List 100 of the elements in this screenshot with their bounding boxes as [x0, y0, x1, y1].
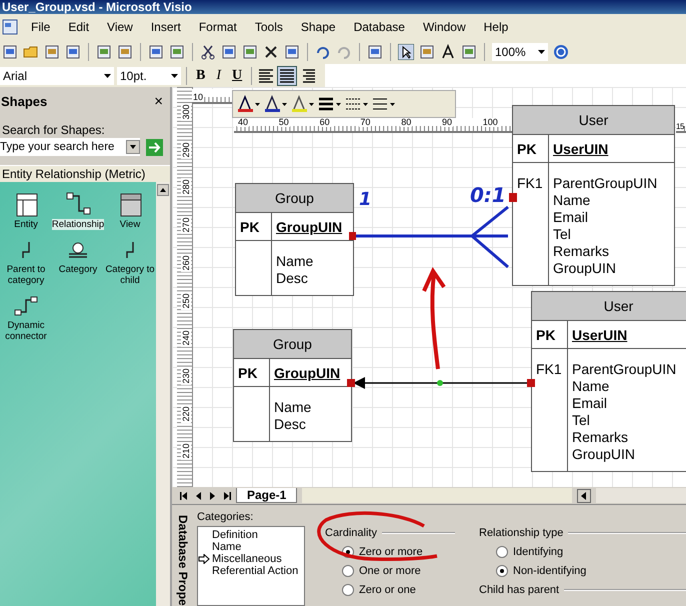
ruler-number: 60 — [318, 118, 331, 127]
align-center-icon[interactable] — [278, 66, 296, 84]
bold-button[interactable]: B — [192, 66, 210, 84]
radio-option[interactable]: Zero or more — [342, 546, 455, 558]
menu-item[interactable]: Window — [416, 20, 473, 34]
menu-item[interactable]: Database — [346, 20, 412, 34]
radio-button[interactable] — [342, 565, 354, 577]
category-item[interactable]: Miscellaneous — [198, 553, 304, 565]
ruler-number: 70 — [359, 118, 372, 127]
caret-icon — [171, 74, 178, 78]
last-page-icon[interactable] — [222, 490, 231, 500]
ruler-number: 220 — [181, 404, 191, 423]
ruler-number: 290 — [181, 140, 191, 159]
menu-item[interactable]: File — [24, 20, 58, 34]
entity-header: Group — [236, 184, 353, 213]
scroll-bar[interactable] — [156, 182, 170, 606]
go-arrow-icon[interactable] — [146, 138, 163, 156]
line-weight-icon[interactable] — [318, 95, 342, 113]
ruler-number: 15 — [676, 122, 684, 131]
ruler-number: 260 — [181, 254, 191, 272]
undo-icon[interactable] — [315, 44, 331, 60]
ruler-number: 250 — [181, 292, 191, 310]
menu-item[interactable]: View — [100, 20, 140, 34]
primary-key-field: UserUIN — [549, 140, 608, 156]
text-tool-icon[interactable] — [440, 44, 456, 60]
categories-label: Categories: — [197, 511, 254, 523]
ruler-number: 90 — [441, 118, 454, 127]
dropdown-button-icon[interactable] — [126, 140, 140, 154]
scroll-left-icon[interactable] — [577, 488, 591, 502]
italic-button[interactable]: I — [212, 66, 226, 84]
menu-item[interactable]: Shape — [294, 20, 343, 34]
first-page-icon[interactable] — [180, 490, 189, 500]
key-label: PK — [236, 213, 272, 240]
font-size-dropdown[interactable]: 10pt. — [117, 66, 181, 84]
horizontal-scroll-bar[interactable] — [596, 488, 686, 503]
menu-item[interactable]: Tools — [248, 20, 290, 34]
stencil-shape[interactable]: Category — [52, 235, 104, 287]
entity-header: Group — [234, 330, 351, 359]
stencil-shape[interactable]: Category to child — [104, 235, 156, 287]
category-item[interactable]: Name — [198, 541, 304, 553]
key-label: PK — [513, 135, 549, 162]
previous-page-icon[interactable] — [194, 490, 203, 500]
stencil-shape[interactable]: Parent to category — [0, 235, 52, 287]
pointer-tool-icon[interactable] — [398, 44, 414, 60]
entity-field: Tel — [572, 412, 676, 429]
ruler-number: 40 — [237, 118, 250, 127]
page-tab[interactable]: Page-1 — [236, 488, 298, 503]
ruler-number: 300 — [181, 103, 191, 121]
search-field[interactable]: Type your search here — [0, 138, 140, 156]
handwritten-note: 1 — [359, 189, 372, 210]
zoom-dropdown[interactable]: 100% — [492, 43, 548, 61]
underline-button[interactable]: U — [228, 66, 246, 84]
open-folder-icon[interactable] — [23, 44, 39, 60]
stencil-shape[interactable]: View — [104, 190, 156, 231]
radio-button[interactable] — [496, 546, 508, 558]
panel-title: Database Prope — [176, 515, 190, 605]
horizontal-scroll-bar[interactable] — [302, 488, 572, 503]
radio-option[interactable]: Non-identifying — [496, 565, 686, 577]
cut-icon[interactable] — [200, 44, 216, 60]
menu-item[interactable]: Help — [476, 20, 516, 34]
ruler-number: 100 — [482, 118, 499, 127]
entity-field: GroupUIN — [572, 446, 676, 463]
entity-field: Tel — [553, 226, 658, 243]
line-color-icon[interactable] — [264, 95, 288, 113]
align-left-icon[interactable] — [257, 66, 276, 84]
primary-key-field: GroupUIN — [272, 218, 342, 234]
scroll-up-icon[interactable] — [157, 184, 169, 196]
stencil-shape[interactable]: Entity — [0, 190, 52, 231]
key-label: PK — [234, 359, 270, 386]
menu-item[interactable]: Insert — [144, 20, 188, 34]
stencil-shape[interactable]: Dynamic connector — [0, 291, 52, 343]
radio-button[interactable] — [496, 565, 508, 577]
radio-button[interactable] — [342, 584, 354, 596]
category-to-child-icon — [125, 241, 135, 259]
entity-field: Email — [553, 209, 658, 226]
delete-icon[interactable] — [263, 44, 279, 60]
help-icon[interactable] — [553, 44, 569, 60]
primary-key-field: GroupUIN — [270, 364, 340, 380]
relationship-connector[interactable] — [354, 206, 510, 268]
document-icon[interactable] — [2, 19, 18, 35]
radio-option[interactable]: One or more — [342, 565, 455, 577]
category-item[interactable]: Definition — [198, 529, 304, 541]
entity-field: GroupUIN — [553, 260, 658, 277]
radio-option[interactable]: Zero or one — [342, 584, 455, 596]
font-color-icon[interactable] — [237, 95, 261, 113]
menu-item[interactable]: Format — [192, 20, 244, 34]
menu-item[interactable]: Edit — [61, 20, 96, 34]
radio-option[interactable]: Identifying — [496, 546, 686, 558]
close-button[interactable]: × — [154, 92, 163, 110]
connector-midpoint[interactable] — [437, 380, 443, 386]
font-dropdown[interactable]: Arial — [0, 66, 114, 84]
fill-color-icon[interactable] — [291, 95, 315, 113]
entity-field: Name — [572, 378, 676, 395]
key-label: PK — [532, 321, 568, 348]
next-page-icon[interactable] — [208, 490, 217, 500]
ruler-number: 280 — [181, 178, 191, 196]
stencil-header[interactable]: Entity Relationship (Metric) — [0, 165, 170, 182]
panel-title: Shapes — [1, 94, 48, 108]
category-item[interactable]: Referential Action — [198, 565, 304, 577]
search-label: Search for Shapes: — [2, 123, 106, 137]
